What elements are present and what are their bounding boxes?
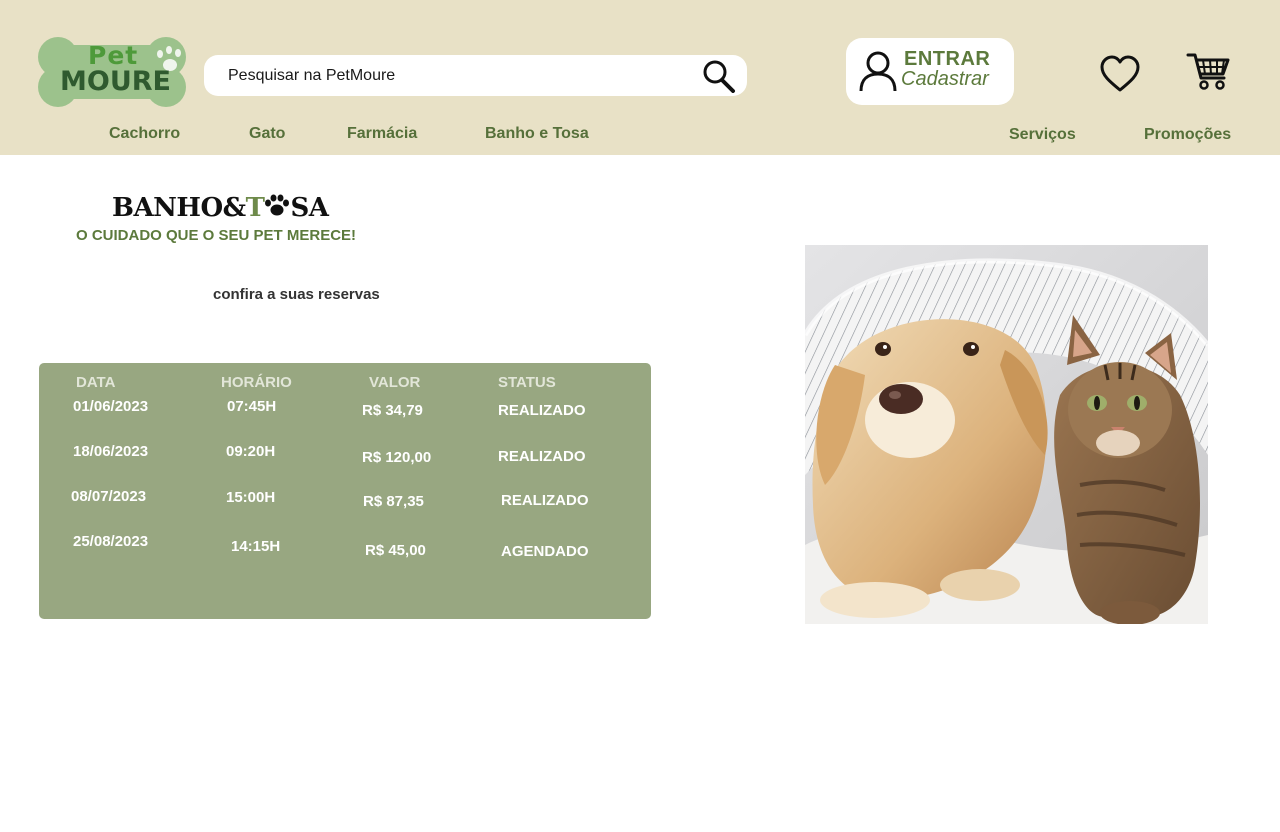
nav-link-cachorro[interactable]: Cachorro <box>109 125 180 143</box>
table-header-status: STATUS <box>498 374 556 391</box>
cell-date: 01/06/2023 <box>73 398 149 415</box>
heart-icon <box>1100 55 1140 92</box>
search-input[interactable] <box>228 55 698 96</box>
dog-and-cat-illustration <box>805 245 1208 624</box>
cell-status: AGENDADO <box>501 543 589 560</box>
register-label: Cadastrar <box>901 68 989 90</box>
search-bar <box>204 55 747 96</box>
nav-link-promocoes[interactable]: Promoções <box>1144 126 1231 144</box>
nav-link-servicos[interactable]: Serviços <box>1009 126 1076 144</box>
cell-date: 08/07/2023 <box>71 488 147 505</box>
cell-value: R$ 120,00 <box>362 449 432 466</box>
cell-value: R$ 87,35 <box>363 493 424 510</box>
banho-e-tosa-title: BANHO&T SA <box>112 193 329 223</box>
logo-text-moure: MOURE <box>60 66 171 97</box>
cell-time: 07:45H <box>227 398 277 415</box>
reservations-table: DATA HORÁRIO VALOR STATUS 01/06/2023 07:… <box>39 363 651 619</box>
petmoure-logo[interactable]: Pet MOURE <box>36 37 188 107</box>
tagline: O CUIDADO QUE O SEU PET MERECE! <box>76 227 357 244</box>
nav-link-gato[interactable]: Gato <box>249 125 285 143</box>
paw-icon <box>265 194 290 216</box>
search-button[interactable] <box>702 59 738 93</box>
cell-value: R$ 45,00 <box>365 542 426 559</box>
nav-link-banho-e-tosa[interactable]: Banho e Tosa <box>485 125 589 143</box>
brand-title-part1: BANHO& <box>112 193 246 223</box>
table-header-data: DATA <box>76 374 116 391</box>
favorites-button[interactable] <box>1100 55 1140 93</box>
cart-icon <box>1186 53 1230 90</box>
user-icon <box>859 51 897 92</box>
dog-and-cat-photo <box>805 245 1208 624</box>
site-header: Pet MOURE ENTRAR Cadastrar <box>0 0 1280 155</box>
reservations-subtitle: confira a suas reservas <box>213 286 380 303</box>
nav-link-farmacia[interactable]: Farmácia <box>347 125 417 143</box>
cell-status: REALIZADO <box>498 402 586 419</box>
brand-title-part3: SA <box>290 193 329 223</box>
cell-value: R$ 34,79 <box>362 402 423 419</box>
cell-status: REALIZADO <box>501 492 589 509</box>
cell-time: 15:00H <box>226 489 276 506</box>
cell-time: 14:15H <box>231 538 281 555</box>
cell-date: 25/08/2023 <box>73 533 149 550</box>
search-icon <box>703 60 735 93</box>
table-header-valor: VALOR <box>369 374 421 391</box>
table-header-horario: HORÁRIO <box>221 374 292 391</box>
cell-time: 09:20H <box>226 443 276 460</box>
cell-status: REALIZADO <box>498 448 586 465</box>
brand-title-part2: T <box>245 193 265 223</box>
cell-date: 18/06/2023 <box>73 443 149 460</box>
login-button[interactable]: ENTRAR Cadastrar <box>846 38 1014 105</box>
cart-button[interactable] <box>1186 50 1230 92</box>
